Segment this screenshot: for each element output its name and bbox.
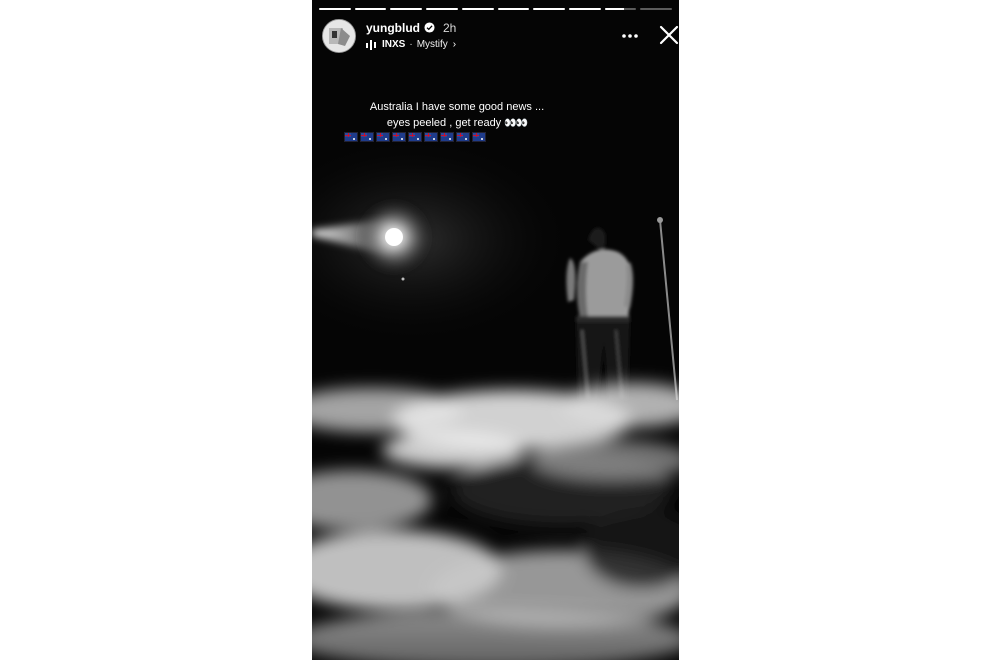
australia-flag-icon [360, 132, 374, 142]
progress-segment [604, 8, 637, 10]
chevron-right-icon: › [452, 39, 457, 50]
music-song: Mystify [416, 39, 448, 50]
australia-flag-icon [376, 132, 390, 142]
story-time-ago: 2h [443, 21, 457, 35]
progress-segment-fill [497, 8, 530, 10]
progress-segment [461, 8, 494, 10]
story-caption: Australia I have some good news ... eyes… [312, 99, 602, 132]
australia-flag-icon [408, 132, 422, 142]
caption-line-2-text: eyes peeled , get ready [386, 117, 502, 129]
australia-flag-icon [440, 132, 454, 142]
australia-flag-icon [344, 132, 358, 142]
story-progress-bar [319, 8, 673, 11]
progress-segment-fill [354, 8, 387, 10]
caption-flag-row [344, 132, 486, 142]
story-viewer[interactable]: yungblud 2h INXS · Mystify › Australia I… [312, 0, 679, 660]
progress-segment-fill [533, 8, 565, 10]
australia-flag-icon [392, 132, 406, 142]
more-options-icon[interactable] [620, 26, 640, 46]
verified-badge-icon [424, 22, 435, 33]
progress-segment-fill [390, 8, 423, 10]
avatar-icon[interactable] [322, 19, 356, 53]
australia-flag-icon [472, 132, 486, 142]
australia-flag-icon [456, 132, 470, 142]
caption-line-2: eyes peeled , get ready 👀👀 [312, 115, 602, 132]
progress-segment [497, 8, 530, 10]
progress-segment [426, 8, 458, 10]
progress-segment-fill [604, 8, 624, 10]
progress-segment [354, 8, 387, 10]
progress-segment [319, 8, 351, 10]
username[interactable]: yungblud [366, 21, 420, 35]
caption-line-1: Australia I have some good news ... [369, 101, 545, 113]
music-artist: INXS [382, 39, 406, 50]
progress-segment [390, 8, 423, 10]
music-separator: · [409, 39, 413, 50]
progress-segment [640, 8, 673, 10]
progress-segment-fill [568, 8, 601, 10]
audio-bars-icon [366, 39, 376, 50]
progress-segment-fill [461, 8, 494, 10]
progress-segment [568, 8, 601, 10]
progress-segment-fill [319, 8, 351, 10]
progress-segment [533, 8, 565, 10]
eyes-emoji: 👀👀 [504, 118, 528, 129]
australia-flag-icon [424, 132, 438, 142]
music-attribution[interactable]: INXS · Mystify › [366, 39, 456, 50]
story-header: yungblud 2h INXS · Mystify › [322, 18, 679, 54]
close-icon[interactable] [658, 24, 679, 46]
progress-segment-fill [426, 8, 458, 10]
